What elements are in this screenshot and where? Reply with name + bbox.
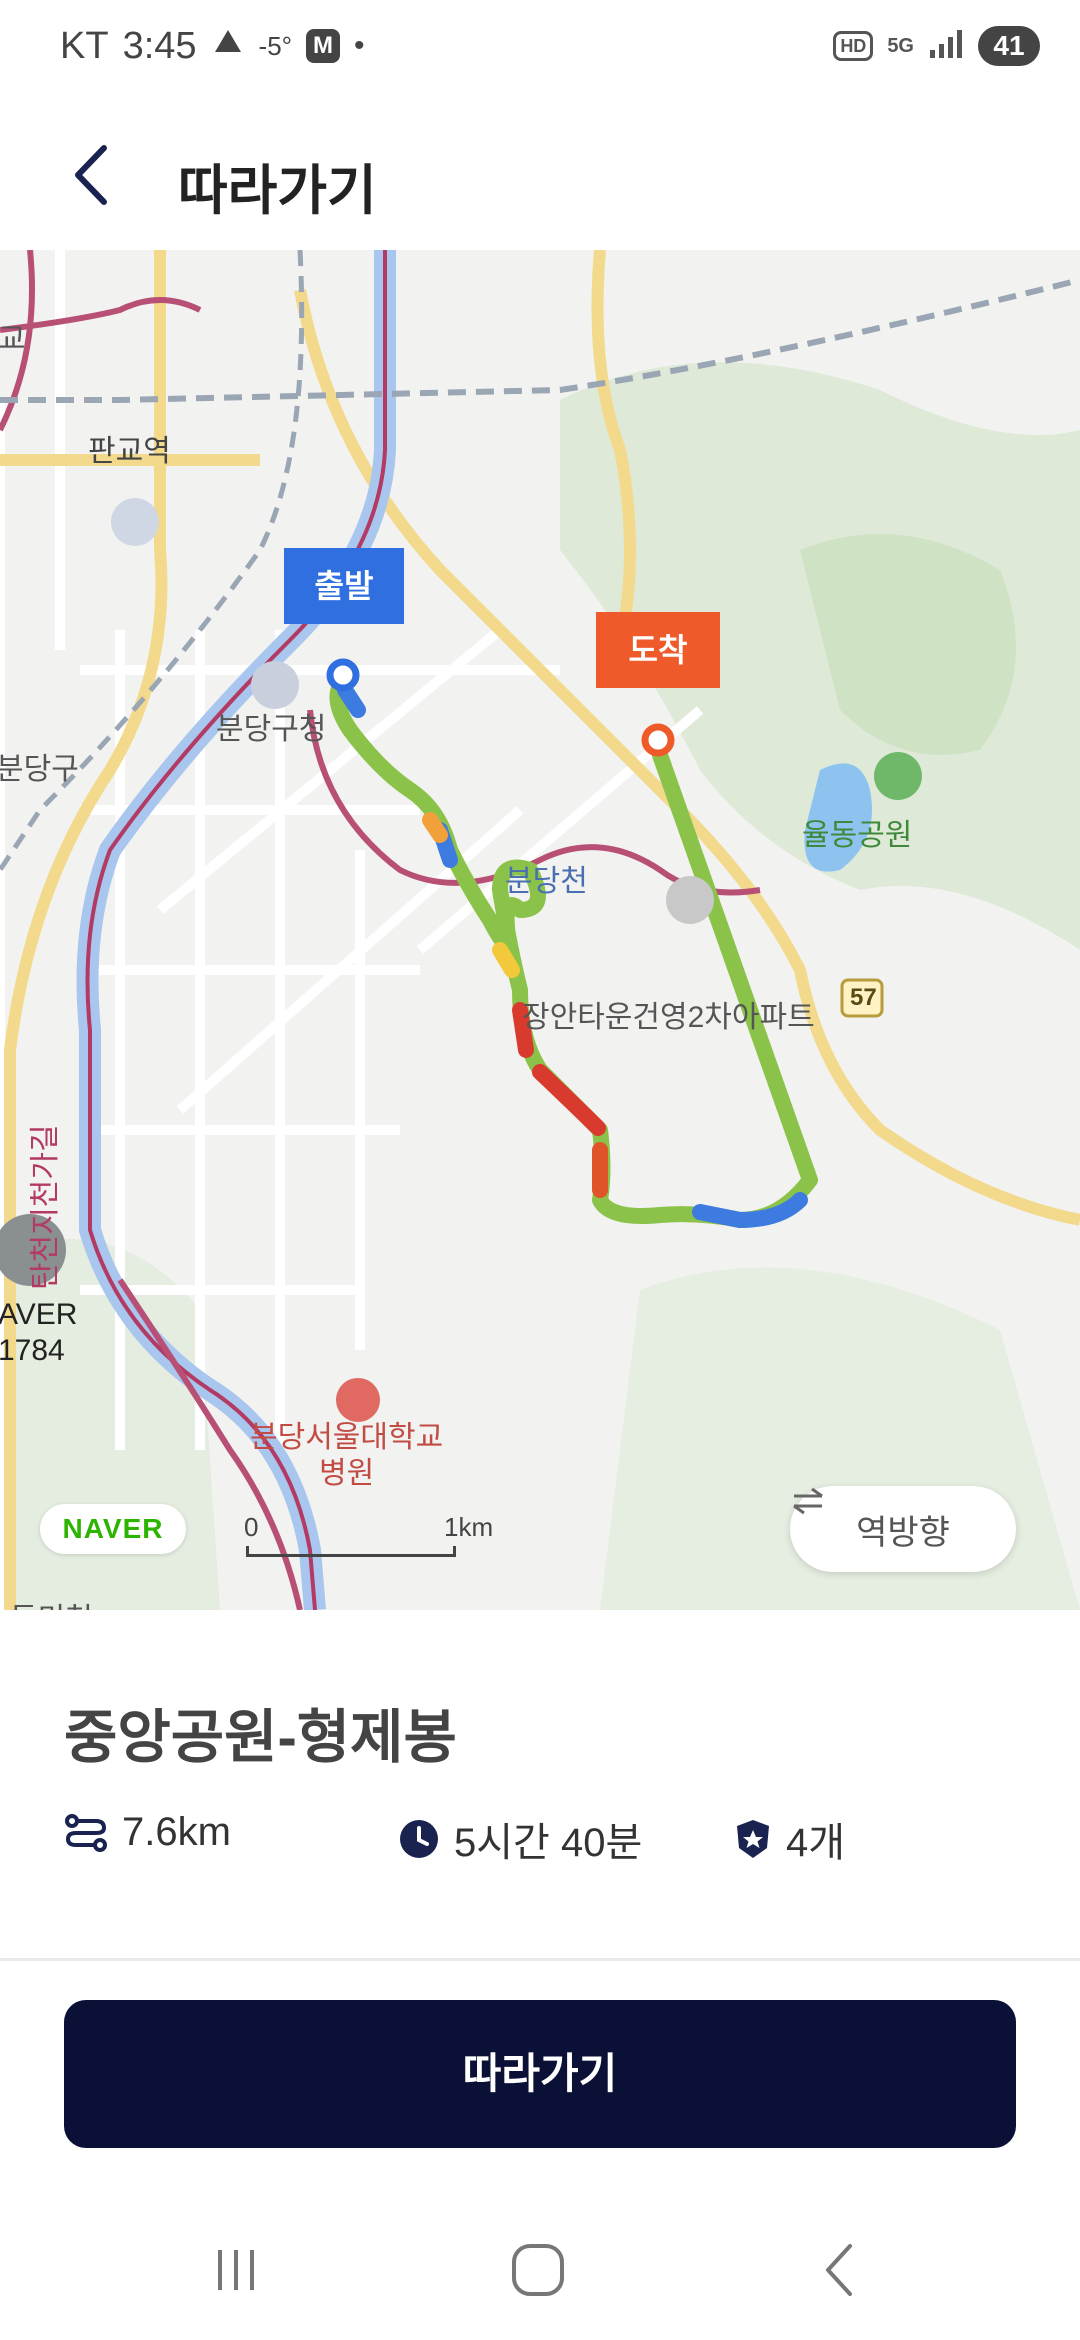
recent-apps-button[interactable]	[176, 2200, 296, 2340]
distance-value: 7.6km	[122, 1810, 231, 1854]
start-marker	[326, 658, 360, 692]
back-button[interactable]	[60, 140, 130, 210]
park-icon	[874, 752, 922, 800]
app-header: 따라가기	[0, 110, 1080, 240]
home-icon	[512, 2244, 564, 2296]
network-type: 5G	[887, 35, 914, 57]
scale-bar	[246, 1546, 456, 1557]
map-label-bundang-gu: 분당구	[0, 753, 79, 786]
reverse-direction-label: 역방향	[856, 1513, 950, 1552]
naver-logo: NAVER	[40, 1504, 186, 1554]
back-arrow-icon	[826, 2244, 852, 2296]
route-path-icon	[65, 1813, 107, 1852]
start-pin-label: 출발	[284, 548, 404, 624]
battery-icon: 41	[978, 26, 1040, 66]
end-pin-label: 도착	[596, 612, 720, 688]
map-label-pangyo-station: 판교역	[88, 435, 171, 468]
divider	[0, 1958, 1080, 1961]
more-notifications-dot: •	[354, 29, 365, 62]
reverse-direction-button[interactable]: 역방향	[790, 1486, 1016, 1572]
home-button[interactable]	[478, 2200, 598, 2340]
status-bar: KT 3:45 -5° M • HD 5G 41	[0, 0, 1080, 100]
recent-apps-icon	[218, 2250, 254, 2290]
map-label-naver-side-2: 1784	[0, 1334, 65, 1367]
system-navigation-bar	[0, 2200, 1080, 2340]
map-label-naver-side-1: AVER	[0, 1298, 78, 1331]
badge-star-icon	[737, 1820, 769, 1858]
government-office-icon	[251, 661, 299, 709]
map-label-bundang-stream: 분당천	[505, 865, 588, 898]
follow-button[interactable]: 따라가기	[64, 2000, 1016, 2148]
signal-icon	[928, 28, 964, 65]
chevron-left-icon	[75, 145, 107, 205]
map-label-yuldong-park: 율동공원	[802, 819, 913, 852]
scale-end-label: 1km	[444, 1512, 494, 1542]
temperature: -5°	[258, 30, 293, 61]
map-label-road-57: 57	[850, 984, 877, 1011]
system-back-button[interactable]	[780, 2200, 900, 2340]
distance-stat: 7.6km	[64, 1810, 231, 1855]
scale-start-label: 0	[244, 1512, 259, 1542]
map-label-bundang-office: 분당구청	[216, 713, 327, 746]
app-notification-icon: M	[306, 29, 341, 63]
page-title: 따라가기	[178, 161, 377, 221]
map-label-bottom-edge: 동미천	[10, 1594, 93, 1610]
map-label-left-edge: 교	[0, 323, 26, 356]
apartment-icon	[666, 876, 714, 924]
hd-voice-icon: HD	[833, 31, 874, 61]
map-scale: 0 1km	[244, 1512, 493, 1557]
badge-stat: 4개	[734, 1810, 845, 1868]
clock-icon	[400, 1820, 438, 1858]
swap-arrows-icon	[793, 1487, 823, 1515]
duration-stat: 5시간 40분	[398, 1810, 642, 1868]
route-stats: 7.6km 5시간 40분 4개	[64, 1810, 1024, 1870]
carrier-label: KT	[60, 24, 109, 67]
route-map[interactable]: 출발 도착 판교역 분당구청 분당구 분당천 율동공원 장안타운건영2차아파트 …	[0, 250, 1080, 1610]
duration-value: 5시간 40분	[454, 1821, 643, 1865]
subway-station-icon	[111, 498, 159, 546]
clock: 3:45	[122, 24, 197, 67]
badge-count: 4개	[786, 1821, 846, 1865]
weather-icon	[211, 24, 245, 68]
map-label-tancheon-road: 탄천지천가길	[29, 1124, 62, 1290]
end-marker	[641, 723, 675, 757]
route-name: 중앙공원-형제봉	[64, 1705, 457, 1770]
map-label-apartment: 장안타운건영2차아파트	[522, 1001, 815, 1034]
hospital-icon	[336, 1378, 380, 1422]
map-label-hospital: 분당서울대학교 병원	[250, 1421, 444, 1490]
